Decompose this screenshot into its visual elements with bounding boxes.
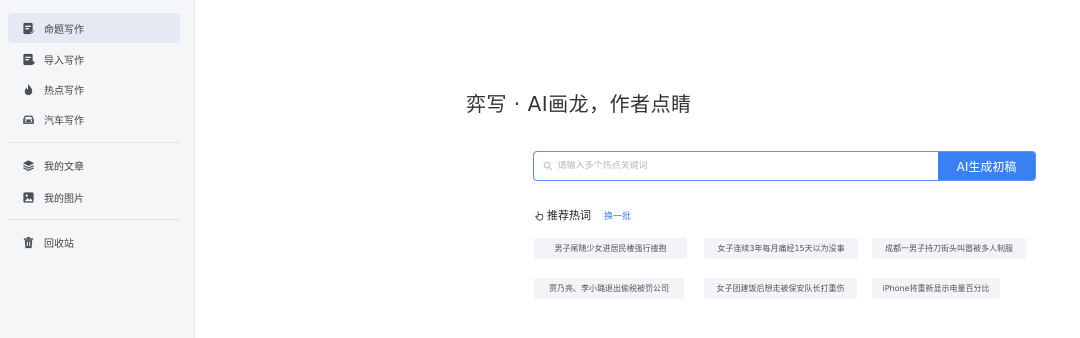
search-bar: AI生成初稿: [533, 151, 1036, 181]
hot-word-tag[interactable]: 女子连续3年每月痛经15天以为没事: [704, 238, 858, 259]
layers-icon: [22, 159, 35, 172]
sidebar-item-hot-writing[interactable]: 热点写作: [8, 74, 180, 104]
sidebar: 命题写作 导入写作 热点写作 汽车写作 我的文章 我的图片 回收站: [0, 0, 195, 338]
sidebar-item-my-images[interactable]: 我的图片: [8, 182, 180, 212]
hot-words-title: 推荐热词: [547, 209, 591, 222]
flame-icon: [22, 83, 35, 96]
hot-word-tag[interactable]: 男子尾随少女进居民楼强行搂抱: [534, 238, 687, 259]
hot-words-header: 推荐热词 换一批: [534, 207, 631, 223]
doc-import-icon: [22, 53, 35, 66]
hot-word-tag[interactable]: 成都一男子持刀街头叫嚣被多人制服: [872, 238, 1026, 259]
sidebar-divider: [8, 142, 180, 143]
image-icon: [22, 191, 35, 204]
search-icon: [543, 161, 553, 171]
sidebar-item-label: 回收站: [44, 238, 74, 250]
sidebar-item-proposition-writing[interactable]: 命题写作: [8, 13, 180, 43]
hot-word-tag[interactable]: iPhone将重新显示电量百分比: [872, 278, 1000, 299]
sidebar-item-label: 导入写作: [44, 55, 84, 67]
sidebar-divider: [8, 219, 180, 220]
sidebar-item-recycle-bin[interactable]: 回收站: [8, 227, 180, 257]
sidebar-item-label: 我的图片: [44, 193, 84, 205]
search-input[interactable]: [557, 161, 938, 171]
sidebar-item-label: 汽车写作: [44, 115, 84, 127]
sidebar-item-label: 命题写作: [44, 24, 84, 36]
sidebar-item-label: 我的文章: [44, 161, 84, 173]
hot-word-tag[interactable]: 贾乃亮、李小璐退出偷税被罚公司: [534, 278, 684, 299]
search-field: [534, 152, 938, 180]
sidebar-item-label: 热点写作: [44, 85, 84, 97]
doc-edit-icon: [22, 22, 35, 35]
ai-generate-button[interactable]: AI生成初稿: [938, 152, 1035, 180]
sidebar-item-my-articles[interactable]: 我的文章: [8, 150, 180, 180]
refresh-link[interactable]: 换一批: [604, 209, 631, 222]
car-icon: [22, 113, 35, 126]
sidebar-item-import-writing[interactable]: 导入写作: [8, 44, 180, 74]
hot-word-tag[interactable]: 女子团建饭后想走被保安队长打重伤: [704, 278, 857, 299]
page-title: 弈写 · AI画龙，作者点睛: [466, 92, 692, 116]
hand-pointer-icon: [535, 210, 544, 220]
sidebar-item-car-writing[interactable]: 汽车写作: [8, 104, 180, 134]
trash-icon: [22, 236, 35, 249]
